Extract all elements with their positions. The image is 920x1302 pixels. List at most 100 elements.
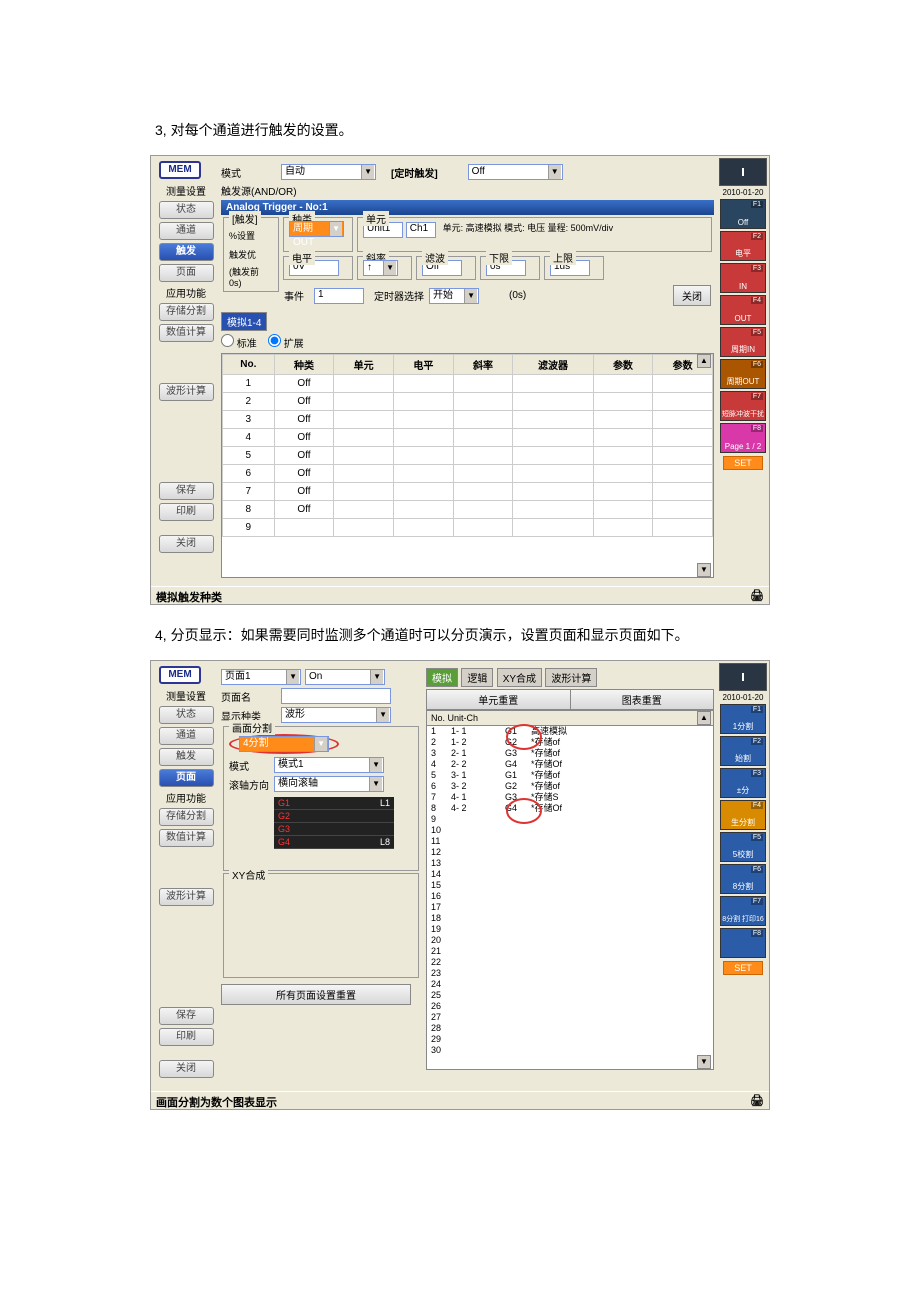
list-item[interactable]: 11- 1G1高速模拟	[431, 726, 709, 737]
mem-button[interactable]: MEM	[159, 161, 201, 179]
fkey-f2[interactable]: F2电平	[720, 231, 766, 261]
chart-reset-button[interactable]: 图表重置	[571, 690, 714, 709]
printer-icon[interactable]: 🖨	[750, 1094, 764, 1107]
fkey-f8[interactable]: F8	[720, 928, 766, 958]
left-btn-wavecalc[interactable]: 波形计算	[159, 383, 214, 401]
left-btn-channel[interactable]: 通道	[159, 727, 214, 745]
list-item[interactable]: 16	[431, 891, 709, 902]
timer-dropdown[interactable]: 开始	[429, 288, 479, 304]
table-row[interactable]: 4Off	[223, 429, 713, 447]
list-item[interactable]: 28	[431, 1023, 709, 1034]
scroll-up[interactable]: ▲	[697, 711, 711, 725]
left-btn-numcalc[interactable]: 数值计算	[159, 324, 214, 342]
split-dropdown[interactable]: 4分割	[239, 736, 329, 752]
list-item[interactable]: 84- 2G4*存储Of	[431, 803, 709, 814]
left-btn-save[interactable]: 保存	[159, 482, 214, 500]
fkey-f5[interactable]: F55校割	[720, 832, 766, 862]
scroll-down[interactable]: ▼	[697, 1055, 711, 1069]
list-item[interactable]: 63- 2G2*存储of	[431, 781, 709, 792]
left-btn-storage[interactable]: 存储分割	[159, 303, 214, 321]
fkey-f3[interactable]: F3±分	[720, 768, 766, 798]
list-item[interactable]: 19	[431, 924, 709, 935]
fkey-f1[interactable]: F1Off	[720, 199, 766, 229]
tab-analog[interactable]: 模拟	[426, 668, 458, 687]
list-item[interactable]: 27	[431, 1012, 709, 1023]
list-item[interactable]: 11	[431, 836, 709, 847]
dispkind-dropdown[interactable]: 波形	[281, 707, 391, 723]
pagename-input[interactable]	[281, 688, 391, 704]
list-item[interactable]: 12	[431, 847, 709, 858]
left-btn-trigger[interactable]: 触发	[159, 748, 214, 766]
left-btn-page[interactable]: 页面	[159, 769, 214, 787]
table-row[interactable]: 5Off	[223, 447, 713, 465]
tab-analog[interactable]: 模拟1-4	[221, 312, 267, 331]
mode2-dropdown[interactable]: 模式1	[274, 757, 384, 773]
list-item[interactable]: 74- 1G3*存储S	[431, 792, 709, 803]
fkey-f8[interactable]: F8Page 1 / 2	[720, 423, 766, 453]
table-row[interactable]: 3Off	[223, 411, 713, 429]
timed-dropdown[interactable]: Off	[468, 164, 563, 180]
list-item[interactable]: 32- 1G3*存储of	[431, 748, 709, 759]
left-btn-wavecalc[interactable]: 波形计算	[159, 888, 214, 906]
left-btn-storage[interactable]: 存储分割	[159, 808, 214, 826]
list-item[interactable]: 30	[431, 1045, 709, 1056]
list-item[interactable]: 18	[431, 913, 709, 924]
mode-dropdown[interactable]: 自动	[281, 164, 376, 180]
left-btn-close[interactable]: 关闭	[159, 535, 214, 553]
fkey-f6[interactable]: F6周期OUT	[720, 359, 766, 389]
kind-dropdown[interactable]: 周期OUT	[289, 221, 344, 237]
left-btn-numcalc[interactable]: 数值计算	[159, 829, 214, 847]
scroll-up[interactable]: ▲	[697, 354, 711, 368]
left-btn-status[interactable]: 状态	[159, 201, 214, 219]
radio-expand[interactable]: 扩展	[268, 339, 304, 350]
scroll-down[interactable]: ▼	[697, 563, 711, 577]
tab-wavecalc[interactable]: 波形计算	[545, 668, 597, 687]
fkey-f4[interactable]: F4OUT	[720, 295, 766, 325]
set-button[interactable]: SET	[723, 961, 763, 975]
event-spinner[interactable]: 1	[314, 288, 364, 304]
page-dropdown[interactable]: 页面1	[221, 669, 301, 685]
list-item[interactable]: 9	[431, 814, 709, 825]
list-item[interactable]: 22	[431, 957, 709, 968]
fkey-f2[interactable]: F2始割	[720, 736, 766, 766]
left-btn-close[interactable]: 关闭	[159, 1060, 214, 1078]
list-item[interactable]: 14	[431, 869, 709, 880]
left-btn-status[interactable]: 状态	[159, 706, 214, 724]
list-item[interactable]: 20	[431, 935, 709, 946]
list-item[interactable]: 25	[431, 990, 709, 1001]
fkey-f6[interactable]: F68分割	[720, 864, 766, 894]
fkey-f7[interactable]: F78分割 打印16	[720, 896, 766, 926]
close-button[interactable]: 关闭	[673, 285, 711, 306]
left-btn-trigger[interactable]: 触发	[159, 243, 214, 261]
list-item[interactable]: 26	[431, 1001, 709, 1012]
mem-button[interactable]: MEM	[159, 666, 201, 684]
list-item[interactable]: 10	[431, 825, 709, 836]
list-item[interactable]: 21	[431, 946, 709, 957]
tab-xy[interactable]: XY合成	[497, 668, 542, 687]
table-row[interactable]: 7Off	[223, 483, 713, 501]
fkey-f7[interactable]: F7短脉冲波干扰	[720, 391, 766, 421]
list-item[interactable]: 53- 1G1*存储of	[431, 770, 709, 781]
scroll-dropdown[interactable]: 横向滚轴	[274, 776, 384, 792]
ch-spinner[interactable]: Ch1	[406, 222, 436, 238]
left-btn-channel[interactable]: 通道	[159, 222, 214, 240]
left-btn-print[interactable]: 印刷	[159, 1028, 214, 1046]
printer-icon[interactable]: 🖨	[750, 589, 764, 602]
fkey-f3[interactable]: F3IN	[720, 263, 766, 293]
table-row[interactable]: 8Off	[223, 501, 713, 519]
list-item[interactable]: 15	[431, 880, 709, 891]
table-row[interactable]: 2Off	[223, 393, 713, 411]
left-btn-print[interactable]: 印刷	[159, 503, 214, 521]
set-button[interactable]: SET	[723, 456, 763, 470]
left-btn-save[interactable]: 保存	[159, 1007, 214, 1025]
list-item[interactable]: 17	[431, 902, 709, 913]
list-item[interactable]: 23	[431, 968, 709, 979]
tab-logic[interactable]: 逻辑	[461, 668, 493, 687]
fkey-f5[interactable]: F5周期IN	[720, 327, 766, 357]
list-item[interactable]: 21- 2G2*存储of	[431, 737, 709, 748]
list-item[interactable]: 29	[431, 1034, 709, 1045]
on-dropdown[interactable]: On	[305, 669, 385, 685]
radio-standard[interactable]: 标准	[221, 339, 257, 350]
table-row[interactable]: 6Off	[223, 465, 713, 483]
table-row[interactable]: 1Off	[223, 375, 713, 393]
